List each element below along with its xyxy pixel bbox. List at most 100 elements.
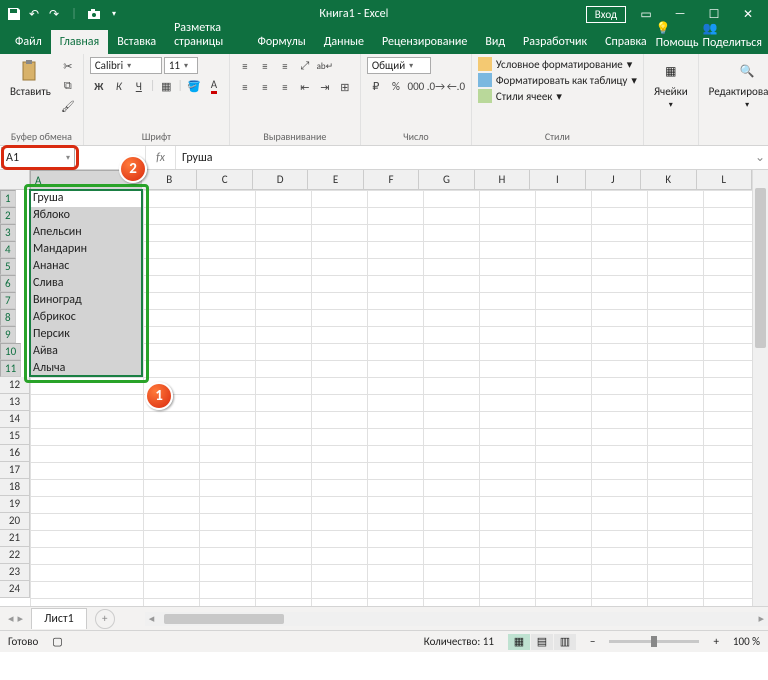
zoom-in-button[interactable]: +	[713, 635, 718, 648]
cell-A4[interactable]: Мандарин	[30, 241, 143, 258]
format-as-table-button[interactable]: Форматировать как таблицу ▾	[478, 73, 637, 87]
cell-A8[interactable]: Абрикос	[30, 309, 143, 326]
cell-A10[interactable]: Айва	[30, 343, 143, 360]
cell-A5[interactable]: Ананас	[30, 258, 143, 275]
col-header-G[interactable]: G	[419, 170, 474, 190]
cell-A3[interactable]: Апельсин	[30, 224, 143, 241]
row-header-23[interactable]: 23	[0, 564, 30, 581]
qat-dropdown-icon[interactable]: ▾	[106, 6, 122, 22]
tab-review[interactable]: Рецензирование	[373, 30, 476, 54]
row-header-6[interactable]: 6	[0, 275, 16, 292]
view-page-break-icon[interactable]: ▥	[554, 634, 576, 650]
percent-icon[interactable]: %	[387, 77, 405, 95]
login-button[interactable]: Вход	[586, 6, 626, 23]
col-header-H[interactable]: H	[475, 170, 530, 190]
col-header-E[interactable]: E	[308, 170, 363, 190]
share-button[interactable]: 👥 Поделиться	[703, 21, 762, 50]
wrap-text-icon[interactable]: ab↵	[316, 57, 334, 75]
orientation-icon[interactable]: ⤢	[296, 57, 314, 75]
font-name-select[interactable]: Calibri▾	[90, 57, 162, 74]
cell-A11[interactable]: Алыча	[30, 360, 143, 377]
row-header-22[interactable]: 22	[0, 547, 30, 564]
zoom-out-button[interactable]: −	[590, 635, 595, 648]
format-painter-icon[interactable]: 🖌	[59, 97, 77, 115]
vertical-scrollbar[interactable]	[752, 170, 768, 606]
cell-A7[interactable]: Виноград	[30, 292, 143, 309]
row-header-4[interactable]: 4	[0, 241, 16, 258]
zoom-slider[interactable]	[609, 640, 699, 643]
sheet-tab-1[interactable]: Лист1	[31, 608, 87, 629]
row-header-20[interactable]: 20	[0, 513, 30, 530]
row-header-14[interactable]: 14	[0, 411, 30, 428]
editing-button[interactable]: 🔍Редактирование▾	[705, 57, 768, 112]
col-header-I[interactable]: I	[530, 170, 585, 190]
minimize-button[interactable]: —	[666, 7, 694, 21]
paste-button[interactable]: Вставить	[6, 57, 55, 100]
view-normal-icon[interactable]: ▦	[508, 634, 530, 650]
col-header-J[interactable]: J	[586, 170, 641, 190]
sheet-nav[interactable]: ◂▸	[0, 612, 31, 625]
tell-me[interactable]: 💡 Помощь	[656, 21, 699, 50]
align-middle-icon[interactable]: ≡	[256, 57, 274, 75]
comma-icon[interactable]: 000	[407, 77, 425, 95]
row-header-13[interactable]: 13	[0, 394, 30, 411]
borders-icon[interactable]: ▦	[157, 77, 175, 95]
camera-icon[interactable]	[86, 6, 102, 22]
horizontal-scrollbar[interactable]: ◂▸	[145, 612, 768, 626]
row-header-19[interactable]: 19	[0, 496, 30, 513]
col-header-L[interactable]: L	[697, 170, 752, 190]
add-sheet-button[interactable]: +	[95, 609, 115, 629]
row-headers[interactable]: 123456789101112131415161718192021222324	[0, 190, 30, 598]
tab-home[interactable]: Главная	[51, 30, 108, 54]
align-right-icon[interactable]: ≡	[276, 78, 294, 96]
align-center-icon[interactable]: ≡	[256, 78, 274, 96]
row-header-9[interactable]: 9	[0, 326, 16, 343]
indent-dec-icon[interactable]: ⇤	[296, 78, 314, 96]
align-left-icon[interactable]: ≡	[236, 78, 254, 96]
row-header-8[interactable]: 8	[0, 309, 16, 326]
row-header-1[interactable]: 1	[0, 190, 16, 207]
currency-icon[interactable]: ₽	[367, 77, 385, 95]
col-header-D[interactable]: D	[253, 170, 308, 190]
underline-button[interactable]: Ч	[130, 77, 148, 95]
formula-input[interactable]: Груша	[176, 146, 752, 169]
row-header-21[interactable]: 21	[0, 530, 30, 547]
cell-A2[interactable]: Яблоко	[30, 207, 143, 224]
indent-inc-icon[interactable]: ⇥	[316, 78, 334, 96]
row-header-5[interactable]: 5	[0, 258, 16, 275]
save-icon[interactable]	[6, 6, 22, 22]
col-header-B[interactable]: B	[142, 170, 197, 190]
row-header-15[interactable]: 15	[0, 428, 30, 445]
cells-button[interactable]: ▦Ячейки▾	[650, 57, 692, 112]
tab-data[interactable]: Данные	[315, 30, 373, 54]
dec-decimal-icon[interactable]: ←.0	[447, 77, 465, 95]
row-header-24[interactable]: 24	[0, 581, 30, 598]
maximize-button[interactable]: ☐	[700, 7, 728, 22]
row-header-11[interactable]: 11	[0, 360, 21, 377]
spreadsheet-grid[interactable]: ABCDEFGHIJKL 123456789101112131415161718…	[0, 170, 768, 606]
row-header-3[interactable]: 3	[0, 224, 16, 241]
row-header-18[interactable]: 18	[0, 479, 30, 496]
merge-icon[interactable]: ⊞	[336, 78, 354, 96]
view-buttons[interactable]: ▦ ▤ ▥	[508, 634, 576, 650]
select-all-corner[interactable]	[0, 170, 30, 190]
undo-icon[interactable]: ↶	[26, 6, 42, 22]
redo-icon[interactable]: ↷	[46, 6, 62, 22]
fill-color-icon[interactable]: 🪣	[185, 77, 203, 95]
row-header-12[interactable]: 12	[0, 377, 30, 394]
tab-file[interactable]: Файл	[6, 30, 51, 54]
col-header-C[interactable]: C	[197, 170, 252, 190]
inc-decimal-icon[interactable]: .0→	[427, 77, 445, 95]
align-top-icon[interactable]: ≡	[236, 57, 254, 75]
fx-icon[interactable]: fx	[146, 146, 176, 169]
name-box[interactable]: A1▾	[1, 147, 75, 168]
number-format-select[interactable]: Общий▾	[367, 57, 431, 74]
tab-help[interactable]: Справка	[596, 30, 656, 54]
tab-insert[interactable]: Вставка	[108, 30, 165, 54]
macro-record-icon[interactable]: ▢	[52, 635, 62, 648]
conditional-formatting-button[interactable]: Условное форматирование ▾	[478, 57, 632, 71]
align-bottom-icon[interactable]: ≡	[276, 57, 294, 75]
bold-button[interactable]: Ж	[90, 77, 108, 95]
formula-expand-icon[interactable]: ⌄	[752, 146, 768, 169]
close-button[interactable]: ✕	[734, 7, 762, 22]
